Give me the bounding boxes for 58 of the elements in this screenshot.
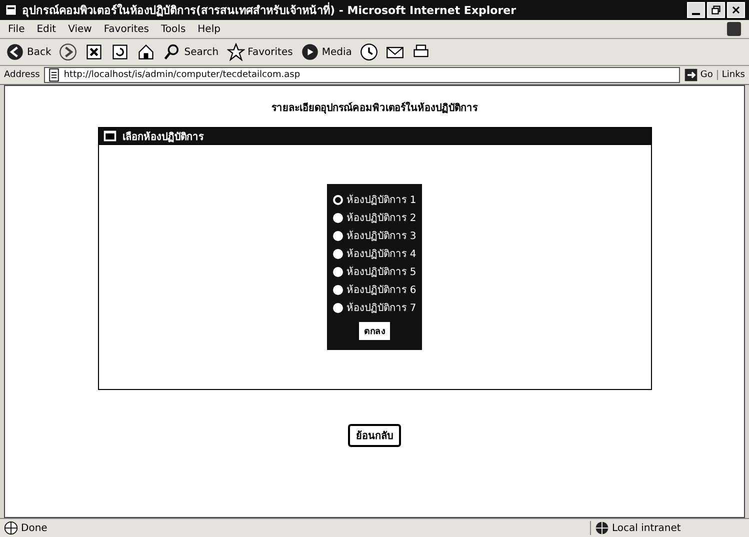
- zone-text: Local intranet: [612, 522, 681, 534]
- house-icon: [137, 43, 156, 61]
- window-icon: [102, 129, 116, 143]
- page-icon: [46, 68, 61, 82]
- radio-label[interactable]: ห้องปฏิบัติการ 3: [346, 228, 416, 243]
- menu-item[interactable]: View: [68, 24, 92, 34]
- menu-item[interactable]: File: [8, 24, 25, 34]
- favorites-button[interactable]: Favorites: [226, 43, 293, 61]
- refresh-button[interactable]: [111, 43, 130, 61]
- ok-button[interactable]: ตกลง: [358, 322, 390, 340]
- radio-label[interactable]: ห้องปฏิบัติการ 2: [346, 210, 416, 225]
- menu-item[interactable]: Help: [198, 24, 220, 34]
- links-button[interactable]: Links: [716, 70, 745, 80]
- radio-button[interactable]: [332, 284, 343, 294]
- close-icon: [730, 4, 742, 16]
- radio-label[interactable]: ห้องปฏิบัติการ 5: [346, 264, 416, 279]
- radio-label[interactable]: ห้องปฏิบัติการ 6: [346, 282, 416, 297]
- go-button[interactable]: Go: [684, 68, 713, 82]
- star-icon: [226, 43, 245, 61]
- stop-button[interactable]: [85, 43, 104, 61]
- window-title: อุปกรณ์คอมพิวเตอร์ในห้องปฏิบัติการ(สารสนเทศสำหรับเจ้าหน้าที่) - Microsoft Internet Explorer: [22, 1, 518, 19]
- search-button[interactable]: Search: [163, 43, 219, 61]
- clock-icon: [360, 43, 378, 61]
- address-field[interactable]: http://localhost/is/admin/computer/tecdetailcom.asp: [44, 67, 680, 83]
- minimize-button[interactable]: [687, 2, 705, 18]
- back-button[interactable]: ย้อนกลับ: [348, 424, 401, 447]
- panel-title: เลือกห้องปฏิบัติการ: [122, 130, 204, 144]
- radio-button[interactable]: [332, 230, 343, 240]
- radio-button[interactable]: [332, 212, 343, 222]
- page-heading: รายละเอียดอุปกรณ์คอมพิวเตอร์ในห้องปฏิบัติการ: [272, 100, 478, 115]
- menu-item[interactable]: Favorites: [104, 24, 150, 34]
- radio-button[interactable]: [332, 194, 343, 204]
- refresh-icon: [111, 43, 130, 61]
- radio-button[interactable]: [332, 266, 343, 276]
- radio-button[interactable]: [332, 248, 343, 258]
- status-text: Done: [21, 522, 48, 534]
- radio-label[interactable]: ห้องปฏิบัติการ 7: [346, 300, 416, 315]
- minimize-icon: [692, 12, 700, 14]
- close-button[interactable]: [727, 2, 745, 18]
- radio-button[interactable]: [332, 302, 343, 312]
- radio-label[interactable]: ห้องปฏิบัติการ 4: [346, 246, 416, 261]
- menu-item[interactable]: Edit: [36, 24, 56, 34]
- globe-icon: [4, 521, 18, 535]
- restore-icon: [710, 4, 722, 16]
- search-icon: [163, 43, 182, 61]
- restore-button[interactable]: [707, 2, 725, 18]
- address-label: Address: [4, 70, 40, 80]
- play-icon: [300, 43, 319, 61]
- back-button[interactable]: Back: [6, 43, 52, 61]
- page-icon: [4, 3, 18, 17]
- radio-label[interactable]: ห้องปฏิบัติการ 1: [346, 192, 416, 207]
- media-button[interactable]: Media: [300, 43, 352, 61]
- menu-item[interactable]: Tools: [161, 24, 186, 34]
- history-button[interactable]: [360, 43, 378, 61]
- globe-icon: [595, 521, 609, 535]
- forward-button[interactable]: [59, 43, 78, 61]
- cross-icon: [85, 43, 104, 61]
- home-button[interactable]: [137, 43, 156, 61]
